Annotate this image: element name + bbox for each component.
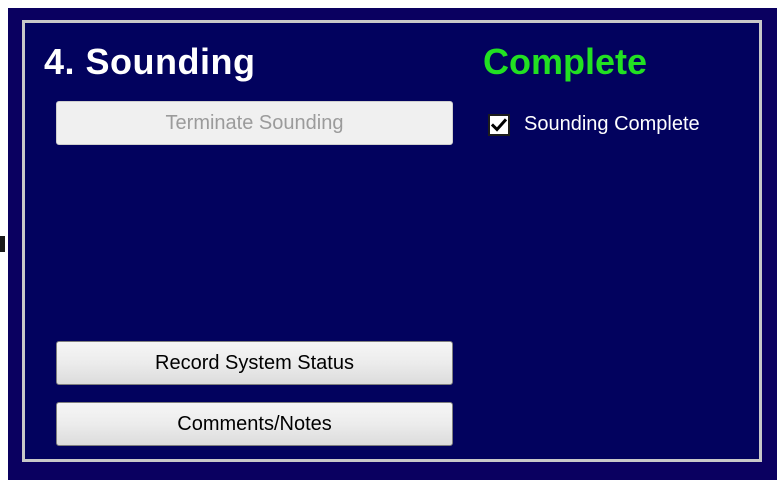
terminate-sounding-label: Terminate Sounding [165, 111, 344, 134]
comments-notes-label: Comments/Notes [177, 412, 332, 435]
record-system-status-label: Record System Status [155, 351, 354, 374]
comments-notes-button[interactable]: Comments/Notes [56, 402, 453, 446]
sounding-panel [22, 20, 762, 462]
status-indicator: Complete [483, 41, 648, 82]
record-system-status-button[interactable]: Record System Status [56, 341, 453, 385]
sounding-complete-label: Sounding Complete [524, 113, 700, 135]
sounding-complete-checkbox-row[interactable]: Sounding Complete [488, 113, 700, 136]
checkmark-icon [491, 117, 507, 132]
splitter-handle [0, 236, 5, 252]
section-title: 4. Sounding [44, 41, 256, 82]
terminate-sounding-button[interactable]: Terminate Sounding [56, 101, 453, 145]
sounding-complete-checkbox[interactable] [488, 113, 510, 136]
